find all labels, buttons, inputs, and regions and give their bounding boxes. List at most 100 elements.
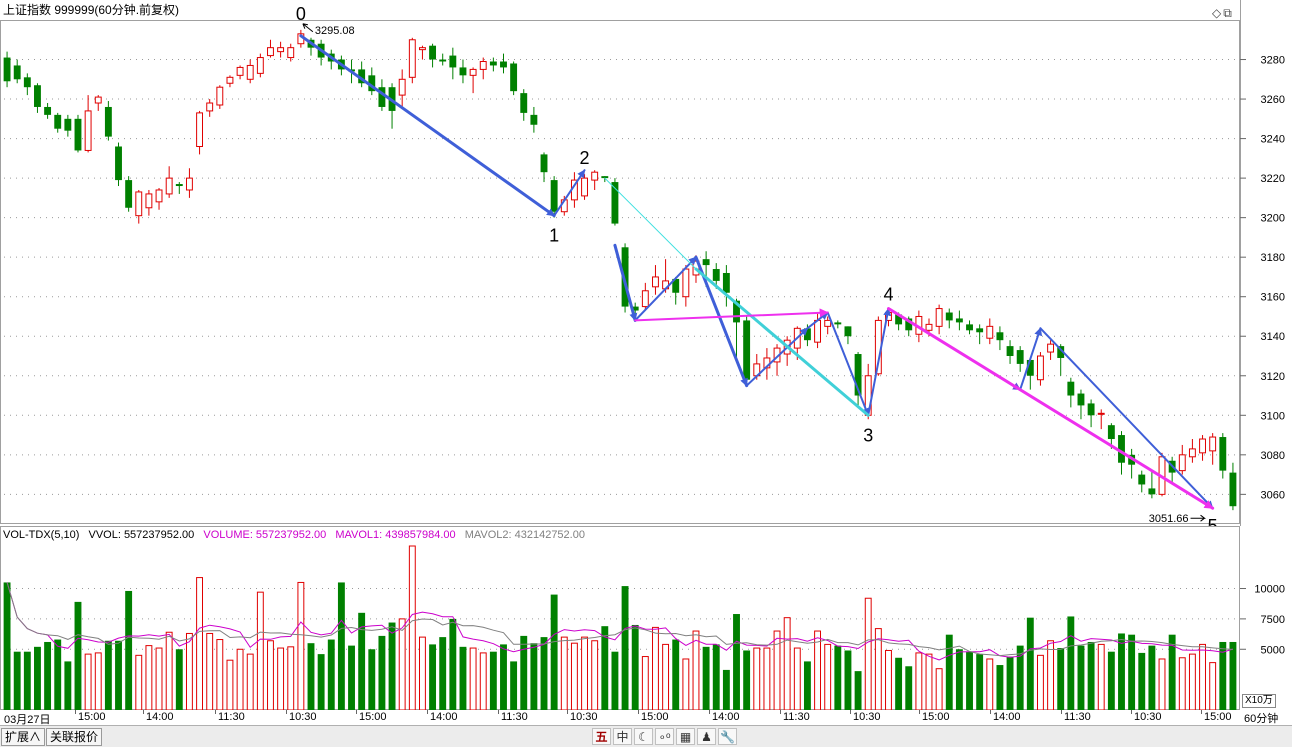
time-tick-label: 14:00 <box>146 711 174 723</box>
candlestick <box>1097 409 1105 430</box>
wave-line <box>634 308 829 322</box>
high-price-label: 3295.08 <box>315 25 355 37</box>
volume-bar <box>1057 648 1065 710</box>
volume-bar <box>297 581 305 710</box>
candlestick <box>236 65 244 80</box>
volume-bar <box>155 647 163 710</box>
candlestick <box>175 182 183 194</box>
candlestick <box>966 320 973 335</box>
volume-bar <box>834 645 842 710</box>
volume-bar <box>165 631 173 710</box>
candlestick <box>216 85 224 109</box>
volume-bar <box>945 634 953 710</box>
volume-bar <box>1199 643 1206 710</box>
candlestick <box>459 59 467 84</box>
volume-bar <box>216 639 224 710</box>
candlestick <box>510 61 518 96</box>
volume-bar <box>236 648 244 710</box>
candlestick <box>408 37 416 84</box>
five-button[interactable]: 五 <box>592 728 611 745</box>
time-tick-mark <box>919 710 920 714</box>
volume-bar <box>824 643 832 710</box>
chinese-input-button[interactable]: 中 <box>613 728 632 745</box>
keyboard-icon[interactable]: ▦ <box>676 728 695 745</box>
wave-label: 1 <box>549 226 559 246</box>
candlestick <box>226 75 234 88</box>
time-tick-label: 15:00 <box>641 711 669 723</box>
candlestick <box>125 176 133 212</box>
related-quotes-tab[interactable]: 关联报价 <box>46 728 103 746</box>
volume-bar <box>84 653 92 710</box>
volume-bar <box>925 653 933 710</box>
volume-bar <box>895 657 903 710</box>
time-tick-mark <box>1131 710 1132 714</box>
volume-bar <box>307 643 315 710</box>
low-price-label: 3051.66 <box>1149 513 1189 525</box>
candlestick <box>54 112 62 133</box>
volume-bar <box>469 647 477 710</box>
volume-bar <box>1128 634 1136 710</box>
volume-bar <box>317 654 325 710</box>
time-tick-label: 10:30 <box>1134 711 1162 723</box>
volume-unit-label: X10万 <box>1242 694 1276 708</box>
time-tick-mark <box>143 710 144 714</box>
dots-icon[interactable]: ∘ᵒ <box>655 728 674 745</box>
volume-bar <box>722 669 730 710</box>
volume-bar <box>125 590 133 710</box>
volume-bar <box>844 650 852 710</box>
volume-bar <box>1097 643 1105 710</box>
extend-tab[interactable]: 扩展∧ <box>1 728 46 746</box>
volume-bar <box>733 614 740 710</box>
volume-bar <box>74 601 82 710</box>
wrench-icon[interactable]: 🔧 <box>718 728 737 745</box>
volume-chart[interactable]: 5000 7500 10000 <box>0 526 1292 710</box>
candlestick <box>196 110 204 155</box>
volume-bar <box>327 639 335 710</box>
volume-bar <box>763 647 771 710</box>
candlestick <box>540 152 548 183</box>
time-axis: 03月27日 15:00 14:00 11:30 10:30 15:00 14:00 11:3… <box>0 710 1240 726</box>
volume-bar <box>712 644 720 710</box>
volume-bar <box>44 641 52 710</box>
volume-bar <box>935 668 943 710</box>
candlestick <box>256 53 264 78</box>
volume-bar <box>1148 645 1156 710</box>
time-tick-mark <box>498 710 499 714</box>
candlestick <box>834 320 842 329</box>
volume-bar <box>854 671 862 710</box>
volume-bar <box>641 656 649 710</box>
volume-bar <box>449 618 457 710</box>
volume-bar <box>1178 657 1186 710</box>
volume-bar <box>1036 654 1044 710</box>
time-tick-mark <box>286 710 287 714</box>
candlestick <box>1026 357 1034 390</box>
period-label[interactable]: 60分钟 <box>1244 710 1278 726</box>
candlestick <box>185 168 193 198</box>
candlestick <box>854 352 862 408</box>
volume-bar <box>915 652 923 710</box>
candlestick <box>1067 377 1075 408</box>
volume-bar <box>1107 651 1115 710</box>
candlestick <box>581 174 588 200</box>
price-chart[interactable]: 3060308031003120314031603180320032203240… <box>0 0 1292 526</box>
user-icon[interactable]: ♟ <box>697 728 716 745</box>
volume-tick-label: 10000 <box>1254 584 1285 596</box>
price-tick-label: 3120 <box>1261 371 1285 383</box>
volume-bar <box>267 640 274 710</box>
time-tick-label: 15:00 <box>78 711 106 723</box>
candlestick <box>743 316 751 386</box>
volume-bar <box>1026 617 1034 710</box>
volume-bar <box>94 652 102 710</box>
volume-bar <box>439 637 447 710</box>
time-tick-mark <box>215 710 216 714</box>
volume-bar <box>540 637 548 710</box>
volume-bar <box>682 658 690 710</box>
volume-bar <box>1118 633 1125 710</box>
moon-icon[interactable]: ☾ <box>634 728 653 745</box>
wave-line <box>694 267 870 417</box>
time-tick-mark <box>638 710 639 714</box>
candlestick <box>1087 399 1095 428</box>
candlestick <box>388 83 396 129</box>
candlestick <box>267 39 274 58</box>
bottom-toolbar: 五 中 ☾ ∘ᵒ ▦ ♟ 🔧 <box>592 728 737 745</box>
